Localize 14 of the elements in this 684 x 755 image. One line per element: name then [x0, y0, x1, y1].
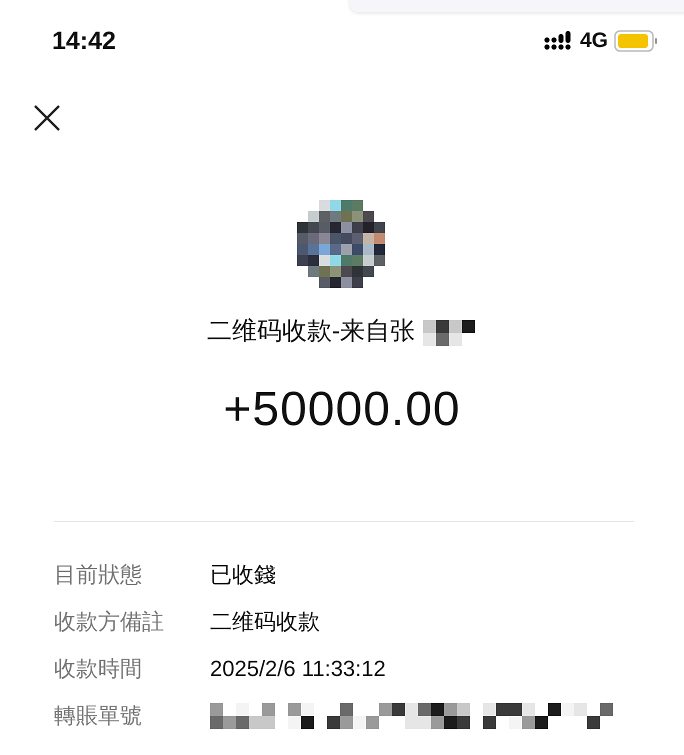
detail-value: 已收錢 — [210, 561, 276, 589]
detail-label: 收款時間 — [54, 655, 143, 683]
amount-text: +50000.00 — [223, 382, 461, 437]
battery-icon — [614, 30, 658, 52]
detail-label: 轉賬單號 — [54, 702, 143, 730]
detail-value: 2025/2/6 11:33:12 — [210, 656, 386, 682]
detail-label: 收款方備註 — [54, 608, 165, 636]
payment-title: 二维码收款-来自张 — [206, 316, 416, 346]
detail-value: 二维码收款 — [210, 608, 320, 636]
status-time: 14:42 — [52, 26, 116, 56]
mosaic-redaction — [423, 320, 476, 346]
detail-label: 目前狀態 — [54, 561, 143, 589]
close-button[interactable] — [33, 104, 61, 132]
network-label: 4G — [580, 29, 608, 53]
